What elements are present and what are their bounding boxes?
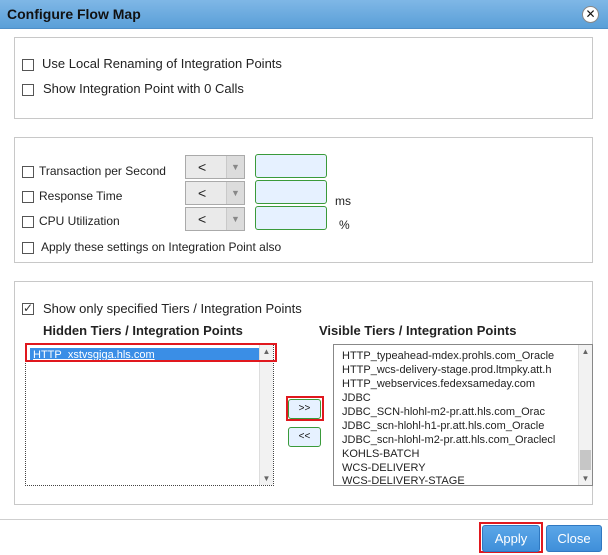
cpu-utilization-label: CPU Utilization bbox=[39, 214, 120, 228]
list-item[interactable]: WCS-DELIVERY-STAGE bbox=[342, 475, 465, 485]
chevron-down-icon: ▼ bbox=[226, 182, 244, 204]
tps-value-input[interactable] bbox=[255, 154, 327, 178]
response-time-value-input[interactable] bbox=[255, 180, 327, 204]
thresholds-panel: Transaction per Second < ▼ Response Time… bbox=[14, 137, 593, 263]
tps-checkbox[interactable] bbox=[22, 166, 34, 178]
response-time-operator-select[interactable]: < ▼ bbox=[185, 181, 245, 205]
tiers-panel: Show only specified Tiers / Integration … bbox=[14, 281, 593, 505]
response-time-checkbox[interactable] bbox=[22, 191, 34, 203]
zero-calls-checkbox[interactable] bbox=[22, 84, 34, 96]
list-item[interactable]: JDBC_scn-hlohl-m2-pr.att.hls.com_Oraclec… bbox=[342, 434, 555, 446]
hidden-tiers-list[interactable]: HTTP_xstvsgiga.hls.com ▲ ▼ bbox=[25, 344, 274, 486]
show-only-label: Show only specified Tiers / Integration … bbox=[43, 301, 302, 316]
show-only-checkbox[interactable] bbox=[22, 301, 34, 315]
tps-operator-select[interactable]: < ▼ bbox=[185, 155, 245, 179]
apply-button[interactable]: Apply bbox=[482, 525, 540, 552]
close-icon[interactable]: ✕ bbox=[582, 6, 599, 23]
chevron-down-icon[interactable]: ▼ bbox=[260, 472, 273, 485]
list-item[interactable]: HTTP_typeahead-mdex.prohls.com_Oracle bbox=[342, 350, 554, 362]
cpu-utilization-operator-value: < bbox=[198, 211, 207, 227]
hidden-list-scrollbar[interactable]: ▲ ▼ bbox=[259, 345, 273, 485]
cpu-utilization-unit: % bbox=[339, 218, 350, 232]
dialog-titlebar: Configure Flow Map ✕ bbox=[0, 0, 608, 29]
local-renaming-label: Use Local Renaming of Integration Points bbox=[42, 56, 282, 71]
zero-calls-label: Show Integration Point with 0 Calls bbox=[43, 81, 244, 96]
list-item[interactable]: JDBC_SCN-hlohl-m2-pr.att.hls.com_Orac bbox=[342, 406, 545, 418]
move-right-button[interactable]: >> bbox=[288, 399, 321, 419]
apply-on-ip-checkbox[interactable] bbox=[22, 242, 34, 254]
list-item[interactable]: HTTP_wcs-delivery-stage.prod.ltmpky.att.… bbox=[342, 364, 551, 376]
response-time-operator-value: < bbox=[198, 185, 207, 201]
visible-tiers-list[interactable]: HTTP_typeahead-mdex.prohls.com_Oracle HT… bbox=[333, 344, 593, 486]
chevron-down-icon: ▼ bbox=[226, 156, 244, 178]
tps-label: Transaction per Second bbox=[39, 164, 166, 178]
chevron-up-icon[interactable]: ▲ bbox=[579, 345, 592, 358]
list-item[interactable]: HTTP_webservices.fedexsameday.com bbox=[342, 378, 535, 390]
response-time-unit: ms bbox=[335, 194, 351, 208]
list-item[interactable]: WCS-DELIVERY bbox=[342, 462, 426, 474]
cpu-utilization-checkbox[interactable] bbox=[22, 216, 34, 228]
hidden-item-highlight bbox=[25, 343, 277, 362]
local-renaming-checkbox[interactable] bbox=[22, 59, 34, 71]
close-button[interactable]: Close bbox=[546, 525, 602, 552]
dialog-title: Configure Flow Map bbox=[7, 6, 141, 22]
visible-list-scrollbar[interactable]: ▲ ▼ bbox=[578, 345, 592, 485]
tps-operator-value: < bbox=[198, 159, 207, 175]
list-item[interactable]: JDBC bbox=[342, 392, 371, 404]
move-left-button[interactable]: << bbox=[288, 427, 321, 447]
scrollbar-thumb[interactable] bbox=[580, 450, 591, 470]
apply-on-ip-label: Apply these settings on Integration Poin… bbox=[41, 240, 282, 254]
chevron-down-icon[interactable]: ▼ bbox=[579, 472, 592, 485]
visible-tiers-heading: Visible Tiers / Integration Points bbox=[319, 323, 517, 338]
footer-divider bbox=[0, 519, 608, 520]
cpu-utilization-value-input[interactable] bbox=[255, 206, 327, 230]
list-item[interactable]: JDBC_scn-hlohl-h1-pr.att.hls.com_Oracle bbox=[342, 420, 544, 432]
response-time-label: Response Time bbox=[39, 189, 123, 203]
list-item[interactable]: KOHLS-BATCH bbox=[342, 448, 419, 460]
cpu-utilization-operator-select[interactable]: < ▼ bbox=[185, 207, 245, 231]
display-options-panel: Use Local Renaming of Integration Points… bbox=[14, 37, 593, 119]
chevron-down-icon: ▼ bbox=[226, 208, 244, 230]
hidden-tiers-heading: Hidden Tiers / Integration Points bbox=[43, 323, 243, 338]
